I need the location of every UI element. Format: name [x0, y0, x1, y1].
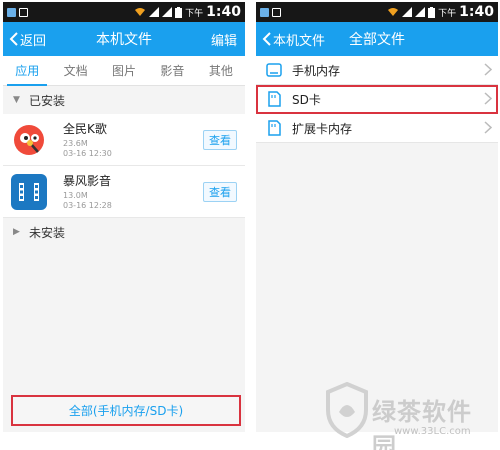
edit-button[interactable]: 编辑 [211, 30, 245, 49]
app-name: 全民K歌 [63, 122, 107, 136]
shield-logo-icon [326, 382, 368, 438]
right-screen: 下午 1:40 本机文件 全部文件 手机内存 SD卡 扩展卡内存 [256, 2, 498, 432]
film-icon [11, 173, 47, 210]
image-icon [19, 7, 28, 17]
signal-icon [162, 7, 173, 17]
list-item[interactable]: 暴风影音 13.0M 03-16 12:28 查看 [3, 166, 245, 218]
tab-indicator [7, 84, 47, 86]
item-label: 扩展卡内存 [292, 121, 353, 136]
signal-icon [149, 7, 160, 17]
app-date: 03-16 12:28 [63, 201, 112, 210]
signal-icon [402, 7, 413, 17]
chevron-left-icon [262, 32, 271, 46]
tab-other[interactable]: 其他 [197, 56, 245, 85]
not-installed-group-header[interactable]: ▶ 未安装 [3, 218, 245, 246]
caret-right-icon: ▶ [13, 227, 20, 237]
storage-list: 手机内存 SD卡 扩展卡内存 [256, 56, 498, 143]
app-date: 03-16 12:30 [63, 149, 112, 158]
phone-storage-icon [266, 62, 282, 78]
watermark: 绿茶软件园 www.33LC.com [320, 380, 495, 450]
app-name: 暴风影音 [63, 174, 112, 188]
app-size: 23.6M [63, 139, 88, 148]
signal-icon [415, 7, 426, 17]
status-ampm: 下午 [185, 8, 204, 19]
status-ampm: 下午 [438, 8, 457, 19]
tab-documents[interactable]: 文档 [51, 56, 99, 85]
image-icon [272, 7, 281, 17]
status-time: 1:40 [206, 4, 241, 20]
wifi-icon [135, 8, 146, 16]
sdcard-icon [266, 120, 282, 136]
left-screen: 下午 1:40 返回 本机文件 编辑 应用 文档 图片 影音 其他 ▼ 已安装 [3, 2, 245, 432]
chevron-right-icon [484, 92, 492, 105]
status-bar: 下午 1:40 [3, 2, 245, 22]
list-item[interactable]: 全民K歌 23.6M 03-16 12:30 查看 [3, 114, 245, 166]
tab-media[interactable]: 影音 [148, 56, 196, 85]
view-button[interactable]: 查看 [203, 129, 237, 150]
category-tabs: 应用 文档 图片 影音 其他 [3, 56, 245, 86]
all-storage-button[interactable]: 全部(手机内存/SD卡) [11, 395, 241, 426]
back-label: 返回 [20, 33, 47, 49]
list-item-phone-storage[interactable]: 手机内存 [256, 56, 498, 85]
not-installed-label: 未安装 [29, 225, 66, 240]
notification-icon [260, 7, 269, 17]
chevron-left-icon [9, 32, 18, 46]
battery-icon [175, 6, 183, 18]
view-button[interactable]: 查看 [203, 181, 237, 202]
status-time: 1:40 [459, 4, 494, 20]
caret-down-icon: ▼ [13, 95, 20, 105]
notification-icon [7, 7, 16, 17]
list-item-sd-card[interactable]: SD卡 [256, 85, 498, 114]
wifi-icon [388, 8, 399, 16]
app-bar: 返回 本机文件 编辑 [3, 22, 245, 56]
chevron-right-icon [484, 121, 492, 134]
karaoke-icon [11, 122, 47, 158]
installed-group-header[interactable]: ▼ 已安装 [3, 86, 245, 114]
back-label: 本机文件 [273, 33, 326, 49]
app-size: 13.0M [63, 191, 88, 200]
battery-icon [428, 6, 436, 18]
tab-apps[interactable]: 应用 [3, 56, 51, 85]
status-bar: 下午 1:40 [256, 2, 498, 22]
back-button[interactable]: 本机文件 [256, 30, 325, 49]
app-bar: 本机文件 全部文件 [256, 22, 498, 56]
sdcard-icon [266, 91, 282, 107]
installed-label: 已安装 [29, 93, 66, 108]
list-item-extended-card[interactable]: 扩展卡内存 [256, 114, 498, 143]
tab-images[interactable]: 图片 [100, 56, 148, 85]
back-button[interactable]: 返回 [3, 30, 46, 49]
watermark-url: www.33LC.com [394, 426, 471, 437]
item-label: SD卡 [292, 92, 321, 107]
item-label: 手机内存 [292, 63, 341, 78]
chevron-right-icon [484, 63, 492, 76]
watermark-text: 绿茶软件园 [372, 397, 472, 450]
